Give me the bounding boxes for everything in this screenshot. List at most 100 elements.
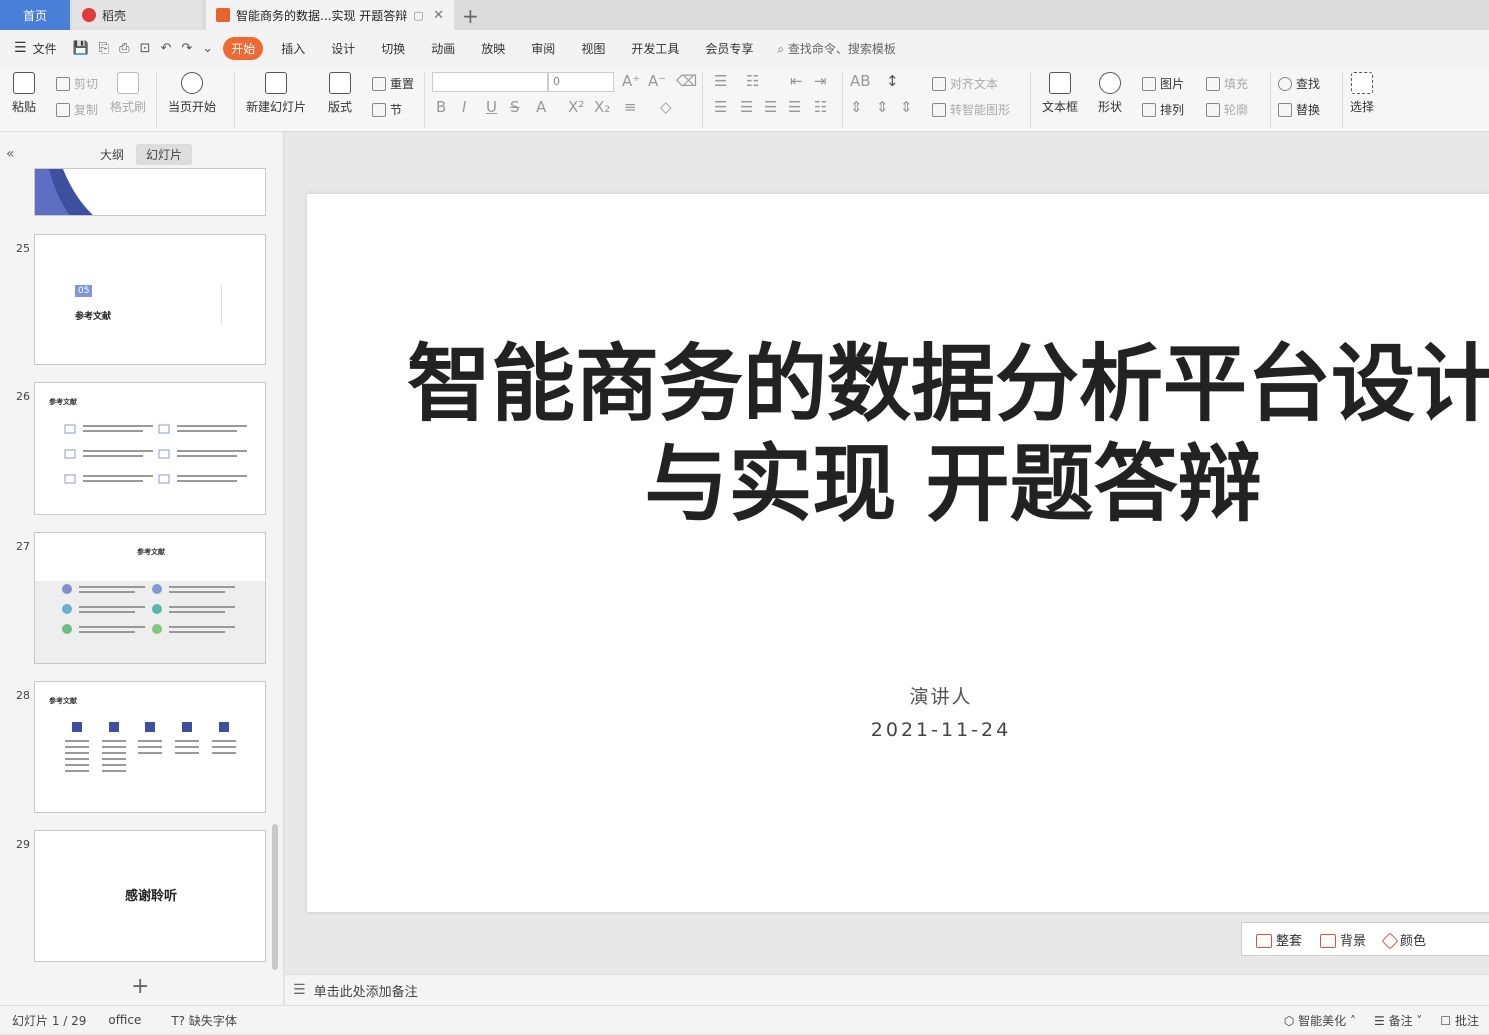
menu-tab-view[interactable]: 视图 (573, 37, 613, 60)
tab-home[interactable]: 首页 (0, 0, 70, 30)
clear-format-icon[interactable]: ⌫ (676, 72, 697, 90)
slide-speaker[interactable]: 演讲人 (307, 682, 1489, 709)
slide-date[interactable]: 2021-11-24 (307, 719, 1489, 741)
numbered-list-icon[interactable]: ☷ (746, 72, 759, 90)
slide-thumbnail[interactable]: 参考文献 (34, 382, 266, 515)
slide-thumbnail[interactable]: 参考文献 (34, 681, 266, 813)
underline-icon[interactable]: U (486, 98, 497, 116)
tab-slides[interactable]: 幻灯片 (136, 144, 193, 165)
distribute-icon[interactable]: ☷ (814, 98, 827, 116)
align-left-icon[interactable]: ☰ (714, 98, 727, 116)
shape-button[interactable]: 形状 (1098, 72, 1122, 115)
tab-document[interactable]: 智能商务的数据...实现 开题答辩 ▢ ✕ (206, 0, 454, 30)
new-tab-button[interactable]: + (462, 4, 479, 28)
menu-tab-transition[interactable]: 切换 (373, 37, 413, 60)
pin-icon[interactable]: ▢ (413, 9, 423, 22)
tab-outline[interactable]: 大纲 (90, 144, 134, 165)
bullet-list-icon[interactable]: ☰ (714, 72, 727, 90)
menu-tab-slideshow[interactable]: 放映 (473, 37, 513, 60)
start-current-button[interactable]: 当页开始 (168, 72, 216, 115)
align-text-icon (932, 76, 946, 91)
select-button[interactable]: 选择 (1350, 72, 1374, 115)
font-size-select[interactable]: 0 (548, 72, 614, 92)
panel-scrollbar[interactable] (272, 824, 278, 970)
slide-title[interactable]: 智能商务的数据分析平台设计 与实现 开题答辩 (403, 334, 1489, 534)
subscript-icon[interactable]: X₂ (594, 98, 610, 116)
close-tab-icon[interactable]: ✕ (433, 8, 444, 23)
char-spacing-icon[interactable]: ≡ (624, 98, 637, 116)
paste-button[interactable]: 粘贴 (12, 72, 36, 115)
color-button[interactable]: 颜色 (1381, 930, 1426, 950)
save-icon[interactable]: 💾 (73, 41, 89, 56)
add-slide-icon[interactable]: + (131, 974, 149, 999)
bold-icon[interactable]: B (436, 98, 446, 116)
italic-icon[interactable]: I (462, 98, 466, 116)
menu-tab-member[interactable]: 会员专享 (697, 37, 761, 60)
align-center-icon[interactable]: ☰ (740, 98, 753, 116)
slide-thumbnail[interactable] (34, 168, 266, 216)
increase-indent-icon[interactable]: ⇥ (814, 72, 827, 90)
slide-thumbnail[interactable]: 参考文献 (34, 532, 266, 664)
undo-icon[interactable]: ↶ (160, 41, 171, 56)
menu-tab-start[interactable]: 开始 (223, 36, 264, 60)
highlight-icon[interactable]: ◇ (660, 98, 672, 116)
increase-font-icon[interactable]: A⁺ (622, 72, 640, 90)
missing-font-button[interactable]: T? 缺失字体 (171, 1012, 237, 1029)
suite-button[interactable]: 整套 (1256, 930, 1302, 949)
reset-button[interactable]: 重置 (372, 75, 414, 92)
font-name-select[interactable] (432, 72, 548, 92)
para-spacing3-icon[interactable]: ⇕ (900, 98, 913, 116)
slide-thumbnail[interactable]: 05 参考文献 (34, 234, 266, 365)
para-spacing-icon[interactable]: ⇕ (850, 98, 863, 116)
menu-tab-developer[interactable]: 开发工具 (623, 37, 687, 60)
new-slide-label: 新建幻灯片 (246, 100, 307, 114)
notes-toggle-button[interactable]: ☰ 备注 ˅ (1374, 1012, 1422, 1029)
menu-tab-animation[interactable]: 动画 (423, 37, 463, 60)
smart-beautify-button[interactable]: ⬡ 智能美化 ˄ (1284, 1012, 1356, 1029)
format-painter-button[interactable]: 格式刷 (110, 72, 146, 115)
textbox-button[interactable]: 文本框 (1042, 72, 1078, 115)
decrease-indent-icon[interactable]: ⇤ (790, 72, 803, 90)
comment-button[interactable]: ☐ 批注 (1440, 1012, 1479, 1029)
superscript-icon[interactable]: X² (568, 98, 584, 116)
file-menu[interactable]: ☰ 文件 (14, 40, 57, 57)
current-slide[interactable]: 智能商务的数据分析平台设计 与实现 开题答辩 演讲人 2021-11-24 (307, 194, 1489, 912)
section-button[interactable]: 节 (372, 101, 402, 118)
preview-icon[interactable]: ⊡ (140, 41, 151, 56)
slide-thumbnail[interactable]: 感谢聆听 (34, 830, 266, 962)
cut-button[interactable]: 剪切 (56, 75, 98, 92)
para-spacing2-icon[interactable]: ⇕ (876, 98, 889, 116)
align-right-icon[interactable]: ☰ (764, 98, 777, 116)
export-icon[interactable]: ⎘ (99, 41, 109, 56)
menu-tab-review[interactable]: 审阅 (523, 37, 563, 60)
notes-area[interactable]: ☰ 单击此处添加备注 (285, 974, 1489, 1005)
text-direction-icon[interactable]: AB (850, 72, 871, 90)
menu-tab-design[interactable]: 设计 (323, 37, 363, 60)
more-icon[interactable]: ⌄ (202, 41, 213, 56)
font-color-icon[interactable]: A (536, 98, 546, 116)
copy-button[interactable]: 复制 (56, 101, 98, 118)
arrange-button[interactable]: 排列 (1142, 101, 1184, 118)
layout-button[interactable]: 版式 (328, 72, 352, 115)
new-slide-button[interactable]: 新建幻灯片 (246, 72, 306, 115)
outline-button[interactable]: 轮廓 (1206, 101, 1248, 118)
background-button[interactable]: 背景 (1320, 930, 1366, 949)
align-text-button[interactable]: 对齐文本 (932, 75, 998, 92)
decrease-font-icon[interactable]: A⁻ (648, 72, 666, 90)
brush-icon (117, 72, 139, 94)
strikethrough-icon[interactable]: S (510, 98, 520, 116)
print-icon[interactable]: ⎙ (119, 41, 129, 56)
replace-button[interactable]: 替换 (1278, 101, 1320, 118)
collapse-panel-icon[interactable]: « (6, 146, 15, 162)
justify-icon[interactable]: ☰ (788, 98, 801, 116)
line-spacing-icon[interactable]: ↕ (886, 72, 899, 90)
menu-tab-insert[interactable]: 插入 (273, 37, 313, 60)
command-search[interactable]: ⌕ 查找命令、搜索模板 (777, 40, 896, 57)
fill-button[interactable]: 填充 (1206, 75, 1248, 92)
find-button[interactable]: 查找 (1278, 75, 1320, 92)
tab-daoke-label: 稻壳 (102, 8, 127, 23)
redo-icon[interactable]: ↷ (181, 41, 192, 56)
tab-daoke[interactable]: 稻壳 (72, 0, 202, 30)
convert-smartart-button[interactable]: 转智能图形 (932, 101, 1010, 118)
picture-button[interactable]: 图片 (1142, 75, 1184, 92)
